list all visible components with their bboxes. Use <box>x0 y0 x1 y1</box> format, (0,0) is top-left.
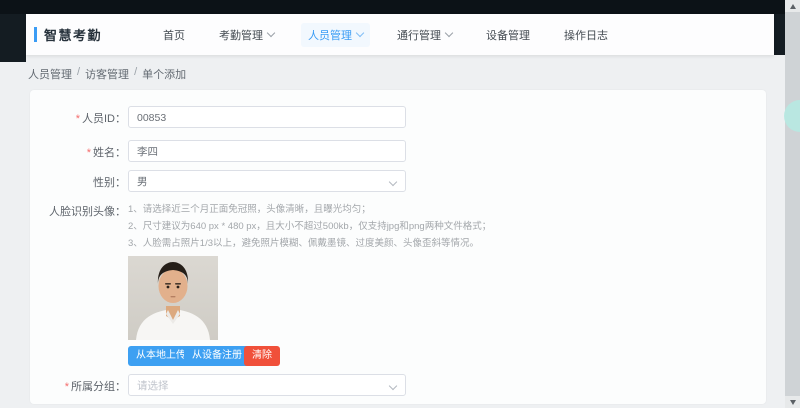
menu-item-devices[interactable]: 设备管理 <box>479 23 537 47</box>
required-mark: * <box>65 381 69 393</box>
arrow-down-icon <box>790 400 796 405</box>
menu-item-attendance[interactable]: 考勤管理 <box>212 23 281 47</box>
person-id-label: *人员ID： <box>30 110 126 126</box>
face-photo <box>128 256 218 340</box>
face-avatar-label: 人脸识别头像： <box>30 203 126 219</box>
portrait-illustration <box>128 256 218 340</box>
brand-accent-bar-icon <box>34 27 37 42</box>
scroll-up-button[interactable] <box>785 0 800 12</box>
person-id-input[interactable]: 00853 <box>128 106 406 128</box>
form-card: *人员ID： 00853 *姓名： 李四 性别： 男 人脸识别头像： 1、请选择… <box>30 90 766 404</box>
menu-item-access[interactable]: 通行管理 <box>390 23 459 47</box>
chevron-down-icon <box>356 29 364 37</box>
gender-select[interactable]: 男 <box>128 170 406 192</box>
breadcrumb-item-visitor[interactable]: 访客管理 <box>85 66 129 82</box>
app-logo: 智慧考勤 <box>34 14 102 55</box>
register-from-device-button[interactable]: 从设备注册 <box>184 346 250 366</box>
top-navbar: 智慧考勤 首页 考勤管理 人员管理 通行管理 设备管理 操作日志 <box>26 14 774 55</box>
name-input[interactable]: 李四 <box>128 140 406 162</box>
gender-label: 性别： <box>30 174 126 190</box>
group-label: *所属分组： <box>30 378 126 394</box>
menu-item-home[interactable]: 首页 <box>156 23 192 47</box>
frame-left-edge <box>0 14 26 62</box>
name-label: *姓名： <box>30 144 126 160</box>
group-select[interactable]: 请选择 <box>128 374 406 396</box>
chevron-down-icon <box>389 382 397 390</box>
chevron-down-icon <box>389 178 397 186</box>
vertical-scrollbar[interactable] <box>785 0 800 408</box>
breadcrumb-item-personnel[interactable]: 人员管理 <box>28 66 72 82</box>
frame-top-edge <box>0 0 800 14</box>
face-avatar-tip-1: 1、请选择近三个月正面免冠照，头像清晰，且曝光均匀； <box>128 201 371 218</box>
menu-item-logs[interactable]: 操作日志 <box>557 23 615 47</box>
face-avatar-tip-3: 3、人脸需占照片1/3以上，避免照片模糊、佩戴墨镜、过度美颜、头像歪斜等情况。 <box>128 235 479 252</box>
breadcrumb-separator: / <box>134 66 137 82</box>
chevron-down-icon <box>445 29 453 37</box>
required-mark: * <box>76 113 80 125</box>
main-menu: 首页 考勤管理 人员管理 通行管理 设备管理 操作日志 <box>156 14 615 55</box>
app-title: 智慧考勤 <box>44 25 102 44</box>
clear-photo-button[interactable]: 清除 <box>244 346 280 366</box>
arrow-up-icon <box>790 4 796 9</box>
scroll-down-button[interactable] <box>785 396 800 408</box>
breadcrumb-item-single-add: 单个添加 <box>142 66 186 82</box>
breadcrumb: 人员管理 / 访客管理 / 单个添加 <box>28 66 186 82</box>
menu-item-personnel[interactable]: 人员管理 <box>301 23 370 47</box>
chevron-down-icon <box>267 29 275 37</box>
app-window: 智慧考勤 首页 考勤管理 人员管理 通行管理 设备管理 操作日志 <box>0 0 800 408</box>
breadcrumb-separator: / <box>77 66 80 82</box>
required-mark: * <box>87 147 91 159</box>
face-avatar-tip-2: 2、尺寸建议为640 px * 480 px，且大小不超过500kb，仅支持jp… <box>128 218 491 235</box>
